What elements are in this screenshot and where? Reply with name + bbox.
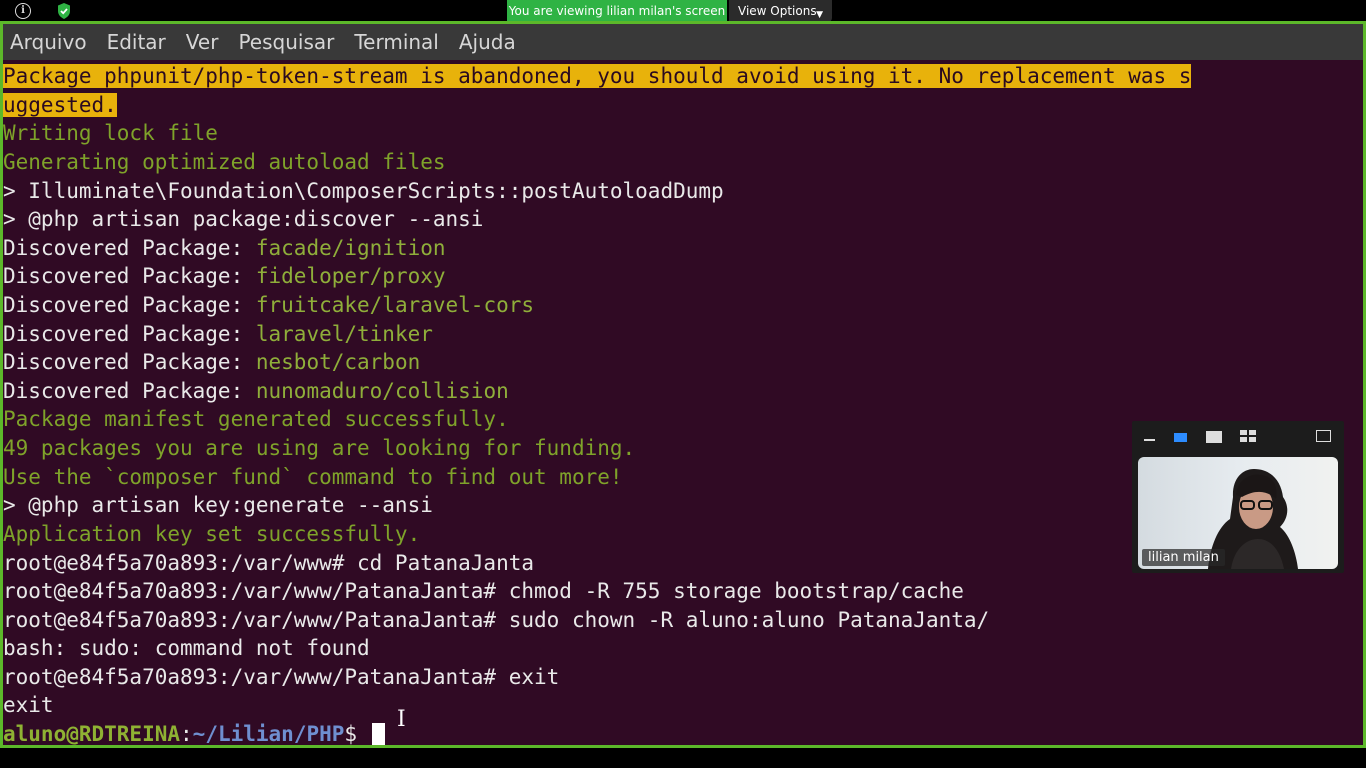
video-panel[interactable]: lilian milan (1132, 421, 1344, 573)
menu-pesquisar[interactable]: Pesquisar (238, 30, 334, 54)
package-name: nesbot/carbon (255, 350, 421, 374)
terminal-line: Discovered Package: nesbot/carbon (3, 348, 420, 376)
shell-prompt-line[interactable]: aluno@RDTREINA:~/Lilian/PHP$ (3, 720, 385, 746)
speaker-view-icon[interactable] (1174, 433, 1187, 442)
menu-arquivo[interactable]: Arquivo (10, 30, 87, 54)
warning-text: uggested. (3, 93, 117, 117)
package-name: fideloper/proxy (255, 264, 446, 288)
prompt-user: aluno@RDTREINA (3, 722, 181, 746)
package-name: laravel/tinker (255, 322, 433, 346)
prompt-symbol: $ (344, 722, 370, 746)
terminal-line: root@e84f5a70a893:/var/www/PatanaJanta# … (3, 608, 990, 632)
grid-icon[interactable] (1240, 430, 1256, 443)
gallery-icon[interactable] (1206, 431, 1222, 443)
shield-icon[interactable] (56, 2, 72, 20)
package-name: fruitcake/laravel-cors (255, 293, 535, 317)
info-icon[interactable]: i (15, 3, 31, 19)
terminal-line: exit (3, 693, 54, 717)
terminal-line: root@e84f5a70a893:/var/www/PatanaJanta# … (3, 665, 560, 689)
discovered-label: Discovered Package: (3, 264, 256, 288)
discovered-label: Discovered Package: (3, 236, 256, 260)
menu-editar[interactable]: Editar (107, 30, 166, 54)
terminal-line: > @php artisan key:generate --ansi (3, 493, 433, 517)
terminal-line: > @php artisan package:discover --ansi (3, 207, 484, 231)
menu-ver[interactable]: Ver (186, 30, 219, 54)
terminal-menubar: Arquivo Editar Ver Pesquisar Terminal Aj… (3, 24, 1363, 60)
menu-ajuda[interactable]: Ajuda (459, 30, 516, 54)
minimize-icon[interactable] (1144, 439, 1155, 441)
terminal-line: Use the `composer fund` command to find … (3, 465, 623, 489)
prompt-separator: : (180, 722, 193, 746)
ibeam-cursor-icon: I (397, 707, 406, 732)
terminal-line: 49 packages you are using are looking fo… (3, 436, 636, 460)
view-options-label: View Options (738, 4, 817, 18)
terminal-line: > Illuminate\Foundation\ComposerScripts:… (3, 179, 724, 203)
menu-terminal[interactable]: Terminal (354, 30, 439, 54)
terminal-line: Discovered Package: facade/ignition (3, 234, 446, 262)
bottom-bar (0, 748, 1366, 768)
terminal-line: Application key set successfully. (3, 522, 421, 546)
viewing-screen-banner: You are viewing lilian milan's screen (507, 0, 727, 22)
shared-screen: Arquivo Editar Ver Pesquisar Terminal Aj… (0, 21, 1366, 748)
view-options-button[interactable]: View Options ▼ (729, 0, 832, 22)
package-name: facade/ignition (255, 236, 446, 260)
terminal-line: Generating optimized autoload files (3, 150, 446, 174)
zoom-top-bar: i You are viewing lilian milan's screen … (0, 0, 1366, 22)
terminal-line: Package phpunit/php-token-stream is aban… (3, 62, 1192, 90)
terminal-line: Package manifest generated successfully. (3, 407, 509, 431)
text-cursor (371, 723, 385, 745)
discovered-label: Discovered Package: (3, 379, 256, 403)
warning-text: Package phpunit/php-token-stream is aban… (3, 64, 1192, 88)
discovered-label: Discovered Package: (3, 322, 256, 346)
terminal-output[interactable]: Package phpunit/php-token-stream is aban… (3, 60, 1363, 745)
terminal-line: Discovered Package: laravel/tinker (3, 320, 433, 348)
package-name: nunomaduro/collision (255, 379, 509, 403)
discovered-label: Discovered Package: (3, 293, 256, 317)
discovered-label: Discovered Package: (3, 350, 256, 374)
terminal-line: Discovered Package: nunomaduro/collision (3, 377, 509, 405)
terminal-line: Writing lock file (3, 121, 218, 145)
terminal-line: root@e84f5a70a893:/var/www# cd PatanaJan… (3, 551, 535, 575)
video-toolbar (1132, 421, 1344, 451)
terminal-line: bash: sudo: command not found (3, 636, 370, 660)
prompt-path: ~/Lilian/PHP (192, 722, 345, 746)
terminal-line: uggested. (3, 91, 117, 119)
participant-video[interactable]: lilian milan (1138, 457, 1338, 569)
terminal-line: Discovered Package: fideloper/proxy (3, 262, 446, 290)
participant-name: lilian milan (1142, 549, 1225, 566)
expand-icon[interactable] (1316, 430, 1331, 442)
terminal-line: Discovered Package: fruitcake/laravel-co… (3, 291, 534, 319)
terminal-line: root@e84f5a70a893:/var/www/PatanaJanta# … (3, 579, 964, 603)
